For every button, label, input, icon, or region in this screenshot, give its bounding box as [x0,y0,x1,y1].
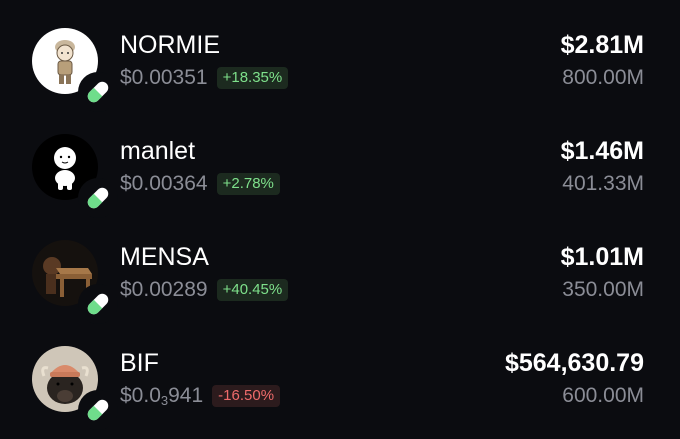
token-name: manlet [120,137,196,165]
token-price-line: $0.00289 +40.45% [120,278,289,302]
token-change-badge: +2.78% [216,173,280,195]
token-supply: 401.33M [562,172,644,195]
token-name: MENSA [120,243,209,271]
token-price: $0.00289 [120,278,208,301]
token-market-cap: $564,630.79 [504,349,644,377]
token-row-manlet[interactable]: manlet $0.00364 +2.78% $1.46M 401.33M [0,106,680,218]
token-avatar-wrap [32,28,118,112]
token-price: $0.03941 [120,384,203,408]
pill-icon [87,293,109,315]
token-avatar-wrap [32,240,118,324]
token-avatar-wrap [32,134,118,218]
token-supply: 800.00M [562,66,644,89]
token-row-normie[interactable]: NORMIE $0.00351 +18.35% $2.81M 800.00M [0,0,680,112]
token-market-cap: $2.81M [560,31,644,59]
token-price-line: $0.00351 +18.35% [120,66,289,90]
token-price-line: $0.03941 -16.50% [120,384,281,408]
token-price: $0.00351 [120,66,208,89]
token-market-cap: $1.46M [560,137,644,165]
token-change-badge: +40.45% [216,279,289,301]
token-supply: 350.00M [562,278,644,301]
pill-badge [78,390,118,430]
token-price-suffix: 941 [168,384,204,407]
token-change-badge: -16.50% [212,385,281,407]
pill-icon [87,187,109,209]
token-name: NORMIE [120,31,220,59]
token-list: NORMIE $0.00351 +18.35% $2.81M 800.00M m… [0,0,680,439]
pill-icon [87,81,109,103]
pill-icon [87,399,109,421]
token-name: BIF [120,349,159,377]
token-row-bif[interactable]: BIF $0.03941 -16.50% $564,630.79 600.00M [0,318,680,430]
token-market-cap: $1.01M [560,243,644,271]
token-price-line: $0.00364 +2.78% [120,172,280,196]
token-change-badge: +18.35% [216,67,289,89]
token-avatar-wrap [32,346,118,430]
token-supply: 600.00M [562,384,644,407]
token-price-prefix: $0.0 [120,384,161,407]
token-price: $0.00364 [120,172,208,195]
token-row-mensa[interactable]: MENSA $0.00289 +40.45% $1.01M 350.00M [0,212,680,324]
